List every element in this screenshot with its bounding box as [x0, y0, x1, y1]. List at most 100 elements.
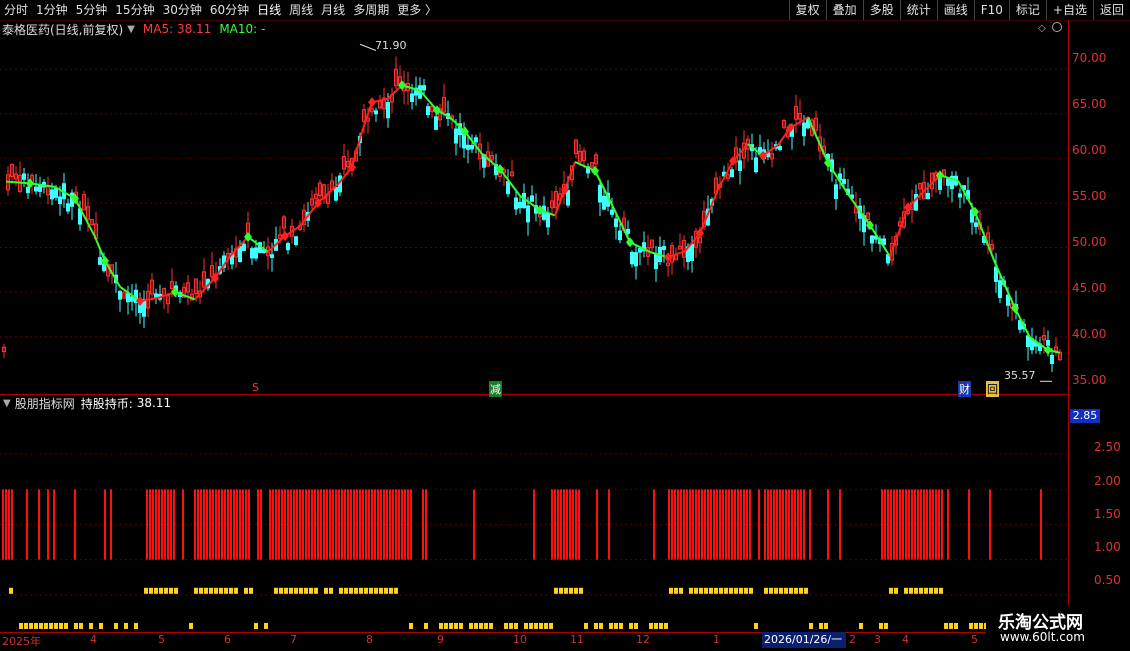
hold-stock-marker	[924, 587, 928, 594]
hold-cash-marker	[509, 622, 513, 629]
holding-bar	[680, 489, 682, 560]
hold-stock-marker	[249, 587, 253, 594]
holding-bar	[578, 489, 580, 560]
hold-cash-marker	[754, 622, 758, 629]
hold-stock-marker	[149, 587, 153, 594]
hold-cash-marker	[484, 622, 488, 629]
holding-bar	[896, 489, 898, 560]
hold-cash-marker	[654, 622, 658, 629]
date-tick: 2	[849, 633, 856, 646]
date-tick: 5	[971, 633, 978, 646]
holding-bar	[683, 489, 685, 560]
hold-cash-marker	[74, 622, 78, 629]
holding-bar	[260, 489, 262, 560]
candle-body	[870, 235, 874, 244]
hold-cash-marker	[614, 622, 618, 629]
hold-stock-marker	[669, 587, 673, 594]
holding-bar	[344, 489, 346, 560]
holding-bar	[533, 489, 535, 560]
holding-bar	[785, 489, 787, 560]
holding-bar	[395, 489, 397, 560]
candle-body	[566, 189, 570, 206]
candle-body	[526, 205, 530, 223]
candle-body	[546, 212, 550, 228]
hold-cash-marker	[549, 622, 553, 629]
holding-bar	[104, 489, 106, 560]
holding-bar	[47, 489, 49, 560]
hold-stock-marker	[739, 587, 743, 594]
hold-cash-marker	[944, 622, 948, 629]
hold-cash-marker	[24, 622, 28, 629]
holding-bar	[215, 489, 217, 560]
indicator-name[interactable]: 股朋指标网	[15, 395, 75, 412]
holding-bar	[560, 489, 562, 560]
date-tick: 8	[366, 633, 373, 646]
candle-body	[638, 247, 642, 253]
kline-chart[interactable]	[0, 0, 1130, 650]
holding-bar	[887, 489, 889, 560]
holding-bar	[653, 489, 655, 560]
hold-stock-marker	[284, 587, 288, 594]
hold-stock-marker	[219, 587, 223, 594]
holding-bar	[890, 489, 892, 560]
candle-body	[38, 184, 42, 192]
hold-stock-marker	[939, 587, 943, 594]
candle-body	[238, 246, 242, 263]
candle-body	[614, 218, 618, 227]
indicator-tick: 2.50	[1094, 440, 1121, 454]
holding-bar	[317, 489, 319, 560]
holding-bar	[596, 489, 598, 560]
hold-stock-marker	[154, 587, 158, 594]
holding-bar	[713, 489, 715, 560]
holding-bar	[209, 489, 211, 560]
hold-stock-marker	[314, 587, 318, 594]
chevron-down-icon[interactable]: ▼	[3, 398, 11, 409]
candle-body	[754, 157, 758, 173]
holding-bar	[284, 489, 286, 560]
holding-bar	[554, 489, 556, 560]
holding-bar	[557, 489, 559, 560]
hold-stock-marker	[914, 587, 918, 594]
hold-stock-marker	[579, 587, 583, 594]
hold-cash-marker	[534, 622, 538, 629]
hold-cash-marker	[824, 622, 828, 629]
candle-body	[130, 296, 134, 302]
hold-stock-marker	[734, 587, 738, 594]
holding-bar	[401, 489, 403, 560]
candle-body	[506, 181, 510, 195]
holding-bar	[227, 489, 229, 560]
holding-bar	[899, 489, 901, 560]
hold-stock-marker	[689, 587, 693, 594]
high-price-marker: 71.90	[375, 39, 407, 52]
holding-bar	[386, 489, 388, 560]
hold-cash-marker	[634, 622, 638, 629]
candle-body	[654, 253, 658, 270]
candle-body	[34, 186, 38, 192]
holding-bar	[827, 489, 829, 560]
holding-bar	[788, 489, 790, 560]
holding-bar	[74, 489, 76, 560]
hold-cash-marker	[809, 622, 813, 629]
holding-bar	[296, 489, 298, 560]
hold-cash-marker	[189, 622, 193, 629]
holding-bar	[164, 489, 166, 560]
hold-stock-marker	[374, 587, 378, 594]
holding-bar	[569, 489, 571, 560]
signal-s-marker: S	[252, 381, 259, 394]
holding-bar	[236, 489, 238, 560]
hold-cash-marker	[409, 622, 413, 629]
holding-bar	[392, 489, 394, 560]
holding-bar	[26, 489, 28, 560]
hold-cash-marker	[474, 622, 478, 629]
candle-body	[374, 110, 378, 115]
holding-bar	[572, 489, 574, 560]
candle-body	[618, 230, 622, 241]
indicator-title-row: ▼ 股朋指标网 持股持币: 38.11	[0, 395, 171, 411]
holding-bar	[668, 489, 670, 560]
hold-stock-marker	[934, 587, 938, 594]
signal-reduce-marker: 减	[489, 381, 502, 397]
holding-bar	[173, 489, 175, 560]
hold-stock-marker	[744, 587, 748, 594]
hold-cash-marker	[649, 622, 653, 629]
hold-cash-marker	[19, 622, 23, 629]
